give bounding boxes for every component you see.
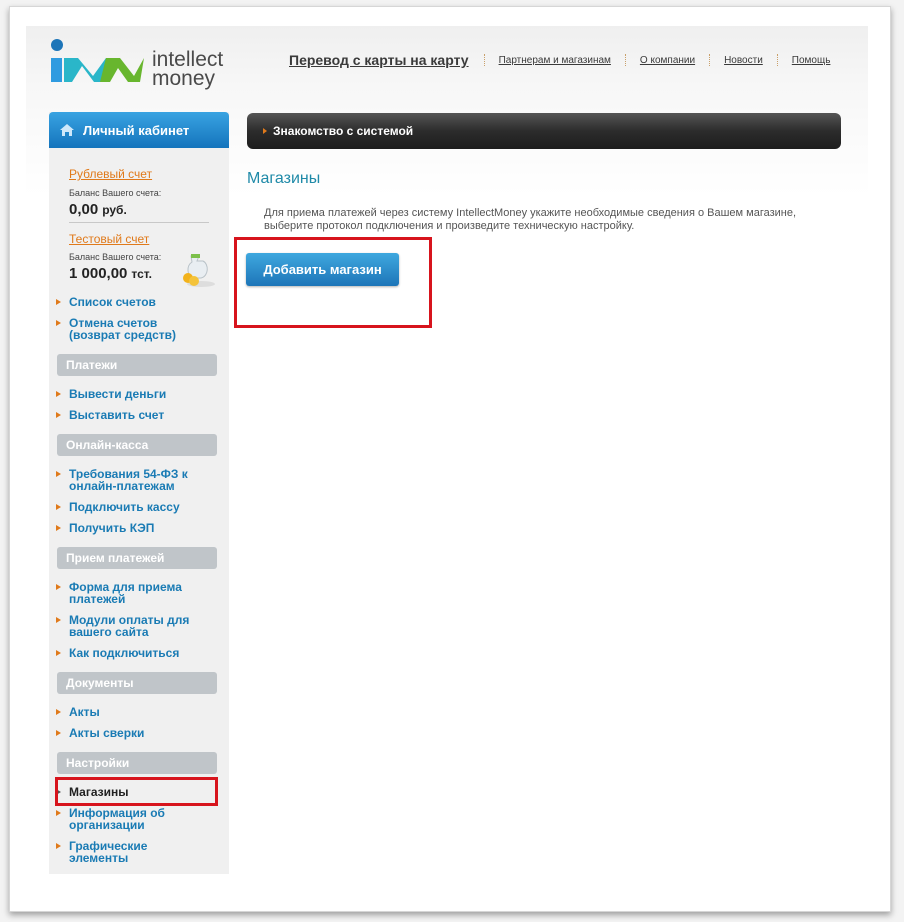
personal-cabinet-label: Личный кабинет	[83, 122, 190, 138]
section-bar-label: Знакомство с системой	[273, 124, 414, 138]
top-navigation: Перевод с карты на карту Партнерам и маг…	[289, 50, 830, 70]
nav-about[interactable]: О компании	[640, 55, 695, 66]
sidebar-item-graphic-elements[interactable]: Графические элементы	[56, 840, 169, 864]
personal-cabinet-header[interactable]: Личный кабинет	[49, 112, 229, 148]
page-title: Магазины	[247, 170, 321, 187]
test-balance-amount: 1 000,00	[69, 265, 128, 282]
sidebar-item-54fz[interactable]: Требования 54-ФЗ к онлайн-платежам	[56, 468, 197, 492]
sidebar-item-reconciliation-acts[interactable]: Акты сверки	[55, 727, 144, 739]
sidebar-item-get-kep[interactable]: Получить КЭП	[55, 522, 154, 534]
test-balance-label: Баланс Вашего счета:	[69, 252, 162, 262]
rub-balance-unit: руб.	[102, 203, 127, 217]
arrow-icon	[263, 128, 267, 134]
sidebar: Личный кабинет Рублевый счет Баланс Ваше…	[49, 112, 229, 874]
sidebar-item-cancel-invoices[interactable]: Отмена счетов (возврат средств)	[55, 317, 176, 341]
page-description: Для приема платежей через систему Intell…	[264, 207, 797, 232]
nav-help[interactable]: Помощь	[792, 55, 831, 66]
coins-icon	[183, 254, 215, 287]
test-balance-unit: тст.	[131, 267, 152, 281]
sidebar-item-withdraw[interactable]: Вывести деньги	[55, 388, 166, 400]
logo-wordmark: intellect money	[152, 49, 223, 90]
sidebar-item-org-info[interactable]: Информация об организации	[56, 807, 179, 831]
sidebar-item-accounts-list[interactable]: Список счетов	[56, 296, 156, 308]
add-shop-button[interactable]: Добавить магазин	[246, 253, 399, 286]
nav-card-transfer[interactable]: Перевод с карты на карту	[289, 52, 469, 68]
sidebar-item-invoice[interactable]: Выставить счет	[55, 409, 164, 421]
sidebar-item-how-to-connect[interactable]: Как подключиться	[55, 647, 179, 659]
highlight-shops-item	[55, 777, 218, 806]
nav-news[interactable]: Новости	[724, 55, 763, 66]
rub-balance-value: 0,00 руб.	[69, 201, 127, 218]
section-online-cashbox: Онлайн-касса	[57, 434, 217, 456]
rub-balance-amount: 0,00	[69, 201, 99, 218]
test-balance-value: 1 000,00 тст.	[69, 265, 152, 282]
rub-account-link[interactable]: Рублевый счет	[69, 167, 152, 181]
section-payments: Платежи	[57, 354, 217, 376]
sidebar-item-acts[interactable]: Акты	[56, 706, 100, 718]
rub-balance-label: Баланс Вашего счета:	[69, 188, 162, 198]
section-payment-acceptance: Прием платежей	[57, 547, 217, 569]
sidebar-item-payment-modules[interactable]: Модули оплаты для вашего сайта	[56, 614, 197, 638]
home-icon	[60, 124, 74, 136]
divider	[69, 222, 209, 223]
nav-partners[interactable]: Партнерам и магазинам	[499, 55, 611, 66]
section-settings: Настройки	[57, 752, 217, 774]
sidebar-item-payment-form[interactable]: Форма для приема платежей	[56, 581, 187, 605]
logo-line2: money	[152, 67, 216, 90]
section-bar[interactable]: Знакомство с системой	[247, 113, 841, 149]
sidebar-item-connect-cashbox[interactable]: Подключить кассу	[56, 501, 180, 513]
test-account-link[interactable]: Тестовый счет	[69, 232, 149, 246]
section-documents: Документы	[57, 672, 217, 694]
